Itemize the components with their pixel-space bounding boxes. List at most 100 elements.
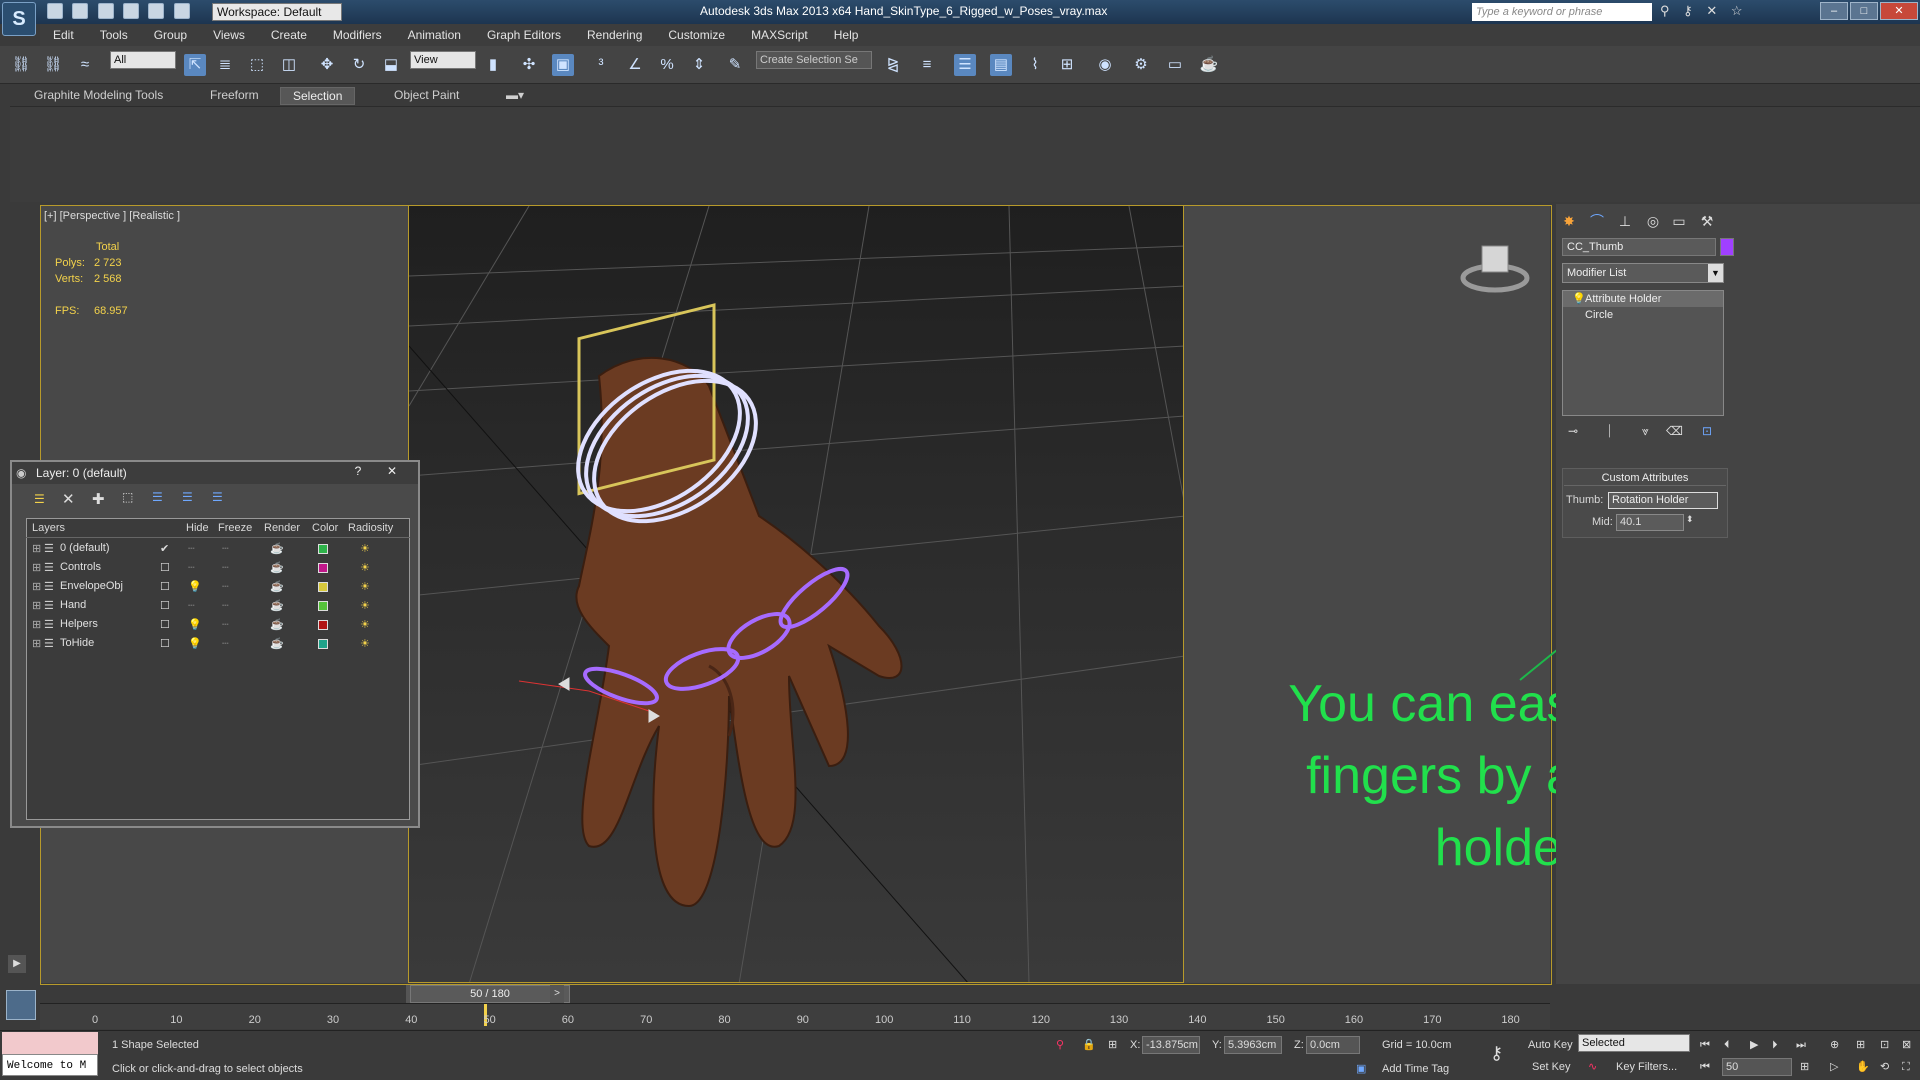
layer-color-swatch[interactable] <box>318 601 328 611</box>
move-icon[interactable]: ✥ <box>316 54 338 76</box>
redo-icon[interactable] <box>148 3 165 19</box>
menu-views[interactable]: Views <box>200 28 258 42</box>
layer-color-swatch[interactable] <box>318 563 328 573</box>
thumb-rotation-holder-button[interactable]: Rotation Holder <box>1608 492 1718 509</box>
radiosity-icon[interactable]: ☀ <box>360 599 370 612</box>
menu-edit[interactable]: Edit <box>40 28 87 42</box>
layer-name[interactable]: 0 (default) <box>60 542 110 554</box>
render-toggle-icon[interactable]: ☕ <box>270 561 284 574</box>
menu-modifiers[interactable]: Modifiers <box>320 28 395 42</box>
key-mode-dropdown[interactable]: Selected <box>1578 1034 1690 1052</box>
pan-view-icon[interactable]: ✋ <box>1856 1058 1870 1076</box>
stack-item-circle[interactable]: Circle <box>1563 307 1723 323</box>
zoom-extents-all-icon[interactable]: ⊠ <box>1902 1036 1911 1054</box>
select-object-icon[interactable]: ⇱ <box>184 54 206 76</box>
viewcube[interactable] <box>1460 232 1530 296</box>
layer-name[interactable]: ToHide <box>60 637 94 649</box>
menu-tools[interactable]: Tools <box>87 28 141 42</box>
workspace-dropdown[interactable]: Workspace: Default <box>212 3 342 21</box>
add-to-layer-icon[interactable]: ✚ <box>92 490 105 508</box>
menu-rendering[interactable]: Rendering <box>574 28 655 42</box>
pin-stack-icon[interactable]: ⊸ <box>1568 424 1578 438</box>
time-configuration-icon[interactable]: ⊞ <box>1800 1058 1809 1076</box>
selection-filter-dropdown[interactable]: All <box>110 51 176 69</box>
motion-tab-icon[interactable]: ◎ <box>1642 210 1664 232</box>
star-icon[interactable]: ☆ <box>1731 3 1743 18</box>
window-crossing-icon[interactable]: ◫ <box>278 54 300 76</box>
highlight-selected-icon[interactable]: ☰ <box>152 490 163 504</box>
layer-current-indicator[interactable]: ☐ <box>160 618 170 631</box>
render-toggle-icon[interactable]: ☕ <box>270 542 284 555</box>
menu-animation[interactable]: Animation <box>395 28 474 42</box>
layer-expand-icon[interactable]: ⊞ <box>32 618 41 631</box>
open-file-icon[interactable] <box>72 3 89 19</box>
rotate-icon[interactable]: ↻ <box>348 54 370 76</box>
layer-row[interactable]: ⊞ ☰ Helpers ☐ 💡 ┄ ☕ ☀ <box>26 616 398 634</box>
new-file-icon[interactable] <box>47 3 63 19</box>
hierarchy-tab-icon[interactable]: ⊥ <box>1614 210 1636 232</box>
key-filters-button[interactable]: Key Filters... <box>1616 1058 1677 1076</box>
set-key-big-icon[interactable]: ⚷ <box>1490 1044 1503 1062</box>
utilities-tab-icon[interactable]: ⚒ <box>1696 210 1718 232</box>
play-icon[interactable]: ▶ <box>1750 1036 1758 1054</box>
render-toggle-icon[interactable]: ☕ <box>270 580 284 593</box>
reference-coordinate-dropdown[interactable]: View <box>410 51 476 69</box>
schematic-view-icon[interactable]: ⊞ <box>1056 54 1078 76</box>
render-toggle-icon[interactable]: ☕ <box>270 637 284 650</box>
radiosity-icon[interactable]: ☀ <box>360 542 370 555</box>
tab-graphite-modeling-tools[interactable]: Graphite Modeling Tools <box>22 87 175 103</box>
menu-group[interactable]: Group <box>141 28 200 42</box>
configure-modifier-sets-icon[interactable]: ⊡ <box>1702 424 1712 438</box>
column-hide[interactable]: Hide <box>186 522 209 534</box>
layer-row[interactable]: ⊞ ☰ EnvelopeObj ☐ 💡 ┄ ☕ ☀ <box>26 578 398 596</box>
zoom-icon[interactable]: ⊕ <box>1830 1036 1839 1054</box>
field-of-view-icon[interactable]: ▷ <box>1830 1058 1838 1076</box>
radiosity-icon[interactable]: ☀ <box>360 637 370 650</box>
set-key-button[interactable]: Set Key <box>1532 1058 1571 1076</box>
snaps-toggle-icon[interactable]: ³ <box>590 54 612 76</box>
current-frame-field[interactable]: 50 <box>1722 1058 1792 1076</box>
render-production-icon[interactable]: ☕ <box>1198 54 1220 76</box>
graphite-toggle-icon[interactable]: ▤ <box>990 54 1012 76</box>
key-mode-toggle-icon[interactable]: ⏮ <box>1700 1058 1710 1076</box>
layer-name[interactable]: EnvelopeObj <box>60 580 123 592</box>
absolute-mode-icon[interactable]: ⊞ <box>1108 1036 1117 1054</box>
unlink-icon[interactable]: ⛓ <box>42 54 64 76</box>
modify-tab-icon[interactable]: ⌒ <box>1586 210 1608 232</box>
layer-current-indicator[interactable]: ☐ <box>160 637 170 650</box>
maximize-viewport-icon[interactable]: ⛶ <box>1902 1058 1910 1076</box>
percent-snap-icon[interactable]: % <box>656 54 678 76</box>
x-icon[interactable]: ✕ <box>1706 3 1717 18</box>
mid-spinner-input[interactable]: 40.1 <box>1616 514 1684 531</box>
previous-frame-icon[interactable]: ⏴ <box>1724 1036 1730 1054</box>
layer-color-swatch[interactable] <box>318 620 328 630</box>
select-manipulate-icon[interactable]: ✣ <box>518 54 540 76</box>
layer-row[interactable]: ⊞ ☰ 0 (default) ✔ ┄ ┄ ☕ ☀ <box>26 540 398 558</box>
time-tag-icon[interactable]: ▣ <box>1356 1060 1366 1078</box>
named-selection-dropdown[interactable]: Create Selection Se <box>756 51 872 69</box>
maximize-button[interactable]: □ <box>1850 2 1878 20</box>
layer-expand-icon[interactable]: ⊞ <box>32 637 41 650</box>
layer-manager-icon[interactable]: ☰ <box>954 54 976 76</box>
x-coordinate-field[interactable]: -13.875cm <box>1142 1036 1200 1054</box>
next-frame-arrow-icon[interactable]: > <box>550 985 564 1003</box>
radiosity-icon[interactable]: ☀ <box>360 618 370 631</box>
chevron-down-icon[interactable]: ▼ <box>1708 264 1723 282</box>
edit-named-selection-icon[interactable]: ✎ <box>724 54 746 76</box>
keyboard-shortcut-toggle-icon[interactable]: ▣ <box>552 54 574 76</box>
make-unique-icon[interactable]: ⩔ <box>1642 424 1649 439</box>
radiosity-icon[interactable]: ☀ <box>360 580 370 593</box>
column-layers[interactable]: Layers <box>32 522 65 534</box>
menu-maxscript[interactable]: MAXScript <box>738 28 821 42</box>
orbit-icon[interactable]: ⟲ <box>1880 1058 1889 1076</box>
zoom-extents-icon[interactable]: ⊡ <box>1880 1036 1889 1054</box>
spinner-arrows-icon[interactable]: ⬍ <box>1686 514 1694 525</box>
layer-current-indicator[interactable]: ✔ <box>160 542 169 555</box>
tab-selection[interactable]: Selection <box>280 87 356 105</box>
pivot-center-icon[interactable]: ▮ <box>482 54 504 76</box>
add-time-tag-button[interactable]: Add Time Tag <box>1382 1060 1449 1078</box>
render-toggle-icon[interactable]: ☕ <box>270 599 284 612</box>
save-file-icon[interactable] <box>97 3 114 19</box>
layer-row[interactable]: ⊞ ☰ Hand ☐ ┄ ┄ ☕ ☀ <box>26 597 398 615</box>
layer-expand-icon[interactable]: ⊞ <box>32 542 41 555</box>
